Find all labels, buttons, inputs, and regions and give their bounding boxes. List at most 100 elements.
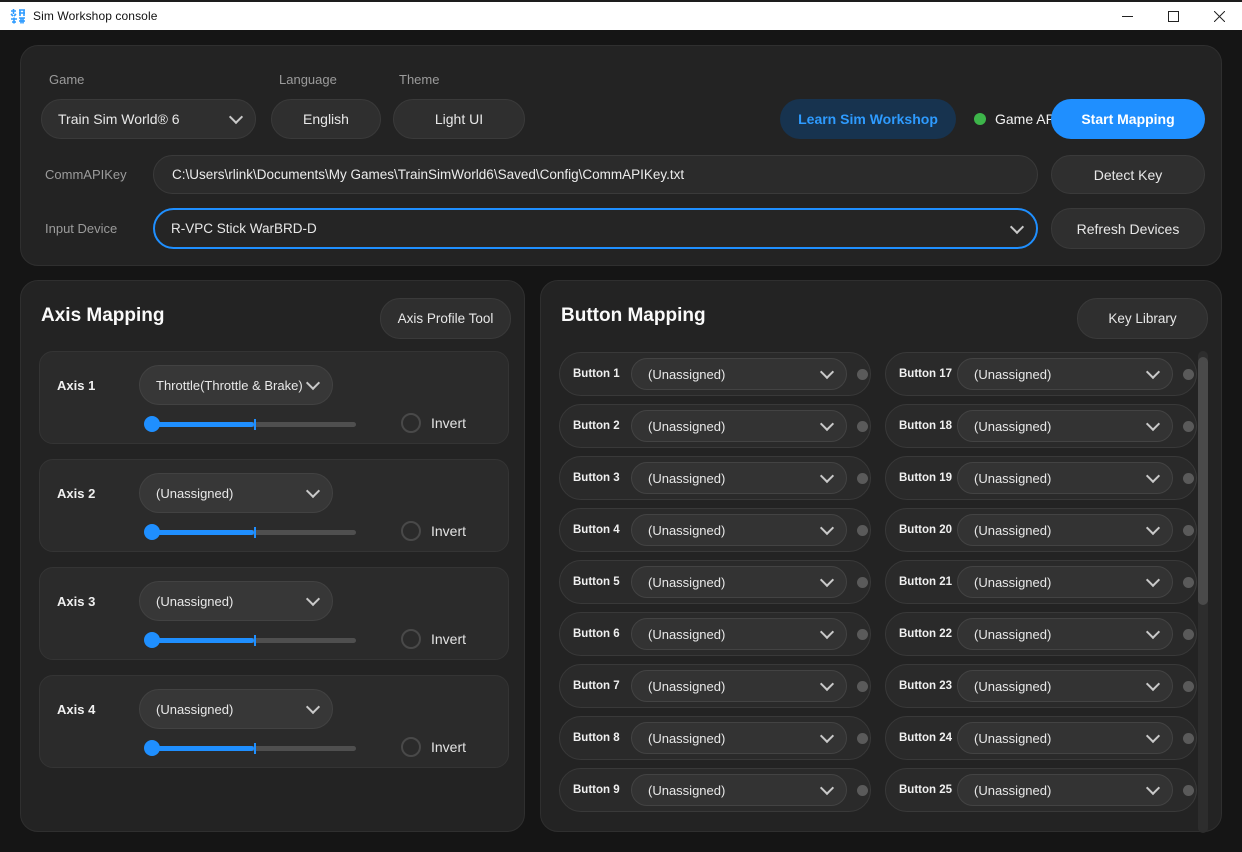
button-assignment-dropdown[interactable]: (Unassigned) — [957, 514, 1173, 546]
axis-mapping-title: Axis Mapping — [41, 305, 165, 327]
start-mapping-button[interactable]: Start Mapping — [1051, 99, 1205, 139]
chevron-down-icon — [1146, 521, 1160, 535]
button-assignment-dropdown[interactable]: (Unassigned) — [631, 670, 847, 702]
axis-assignment-dropdown[interactable]: Throttle(Throttle & Brake) — [139, 365, 333, 405]
button-label: Button 4 — [573, 524, 631, 536]
button-assignment-dropdown[interactable]: (Unassigned) — [631, 722, 847, 754]
button-list-scrollbar[interactable] — [1198, 351, 1208, 833]
chevron-down-icon — [820, 729, 834, 743]
axis-assignment-dropdown[interactable]: (Unassigned) — [139, 581, 333, 621]
minimize-button[interactable] — [1104, 2, 1150, 30]
button-assignment-value: (Unassigned) — [974, 367, 1051, 382]
button-assignment-dropdown[interactable]: (Unassigned) — [631, 774, 847, 806]
detect-key-button[interactable]: Detect Key — [1051, 155, 1205, 194]
button-state-indicator — [857, 473, 868, 484]
game-select-value: Train Sim World® 6 — [58, 111, 180, 127]
button-assignment-value: (Unassigned) — [974, 523, 1051, 538]
axis-assignment-dropdown[interactable]: (Unassigned) — [139, 473, 333, 513]
invert-checkbox[interactable]: Invert — [401, 629, 466, 649]
invert-label: Invert — [431, 631, 466, 647]
invert-checkbox[interactable]: Invert — [401, 521, 466, 541]
button-row: Button 17(Unassigned) — [885, 352, 1197, 396]
button-assignment-dropdown[interactable]: (Unassigned) — [957, 566, 1173, 598]
language-button[interactable]: English — [271, 99, 381, 139]
title-bar: Sim Workshop console — [0, 2, 1242, 30]
invert-checkbox[interactable]: Invert — [401, 413, 466, 433]
app-logo-icon — [9, 8, 26, 25]
button-label: Button 24 — [899, 732, 957, 744]
learn-sim-workshop-button[interactable]: Learn Sim Workshop — [780, 99, 956, 139]
button-row: Button 24(Unassigned) — [885, 716, 1197, 760]
button-state-indicator — [857, 785, 868, 796]
comm-api-key-input[interactable]: C:\Users\rlink\Documents\My Games\TrainS… — [153, 155, 1038, 194]
axis-value-slider[interactable] — [144, 628, 356, 652]
slider-fill — [152, 638, 254, 643]
chevron-down-icon — [820, 521, 834, 535]
axis-assignment-dropdown[interactable]: (Unassigned) — [139, 689, 333, 729]
button-row: Button 20(Unassigned) — [885, 508, 1197, 552]
chevron-down-icon — [1146, 625, 1160, 639]
slider-thumb[interactable] — [144, 740, 160, 756]
slider-center-tick — [254, 527, 256, 538]
button-assignment-value: (Unassigned) — [648, 731, 725, 746]
close-button[interactable] — [1196, 2, 1242, 30]
button-assignment-dropdown[interactable]: (Unassigned) — [631, 514, 847, 546]
comm-api-key-label: CommAPIKey — [45, 167, 127, 182]
button-assignment-dropdown[interactable]: (Unassigned) — [957, 462, 1173, 494]
button-label: Button 5 — [573, 576, 631, 588]
button-state-indicator — [1183, 421, 1194, 432]
button-row: Button 23(Unassigned) — [885, 664, 1197, 708]
button-row: Button 3(Unassigned) — [559, 456, 871, 500]
chevron-down-icon — [1146, 677, 1160, 691]
button-column-right: Button 17(Unassigned)Button 18(Unassigne… — [885, 352, 1197, 820]
refresh-devices-button[interactable]: Refresh Devices — [1051, 208, 1205, 249]
button-assignment-value: (Unassigned) — [974, 679, 1051, 694]
button-assignment-dropdown[interactable]: (Unassigned) — [631, 410, 847, 442]
button-label: Button 6 — [573, 628, 631, 640]
button-assignment-value: (Unassigned) — [648, 679, 725, 694]
button-assignment-dropdown[interactable]: (Unassigned) — [631, 358, 847, 390]
slider-thumb[interactable] — [144, 416, 160, 432]
input-device-select[interactable]: R-VPC Stick WarBRD-D — [153, 208, 1038, 249]
maximize-button[interactable] — [1150, 2, 1196, 30]
button-state-indicator — [1183, 369, 1194, 380]
button-row: Button 7(Unassigned) — [559, 664, 871, 708]
button-row: Button 25(Unassigned) — [885, 768, 1197, 812]
button-assignment-dropdown[interactable]: (Unassigned) — [957, 410, 1173, 442]
button-assignment-dropdown[interactable]: (Unassigned) — [631, 566, 847, 598]
button-row: Button 8(Unassigned) — [559, 716, 871, 760]
axis-value-slider[interactable] — [144, 520, 356, 544]
maximize-icon — [1168, 11, 1179, 22]
button-assignment-value: (Unassigned) — [974, 419, 1051, 434]
axis-value-slider[interactable] — [144, 412, 356, 436]
minimize-icon — [1122, 11, 1133, 22]
button-state-indicator — [1183, 629, 1194, 640]
button-assignment-dropdown[interactable]: (Unassigned) — [957, 774, 1173, 806]
invert-checkbox[interactable]: Invert — [401, 737, 466, 757]
key-library-button[interactable]: Key Library — [1077, 298, 1208, 339]
slider-center-tick — [254, 635, 256, 646]
settings-panel: Game Language Theme Train Sim World® 6 E… — [20, 45, 1222, 266]
button-assignment-dropdown[interactable]: (Unassigned) — [957, 722, 1173, 754]
game-select[interactable]: Train Sim World® 6 — [41, 99, 256, 139]
scrollbar-thumb[interactable] — [1198, 357, 1208, 605]
axis-assignment-value: Throttle(Throttle & Brake) — [156, 378, 303, 393]
slider-center-tick — [254, 419, 256, 430]
slider-thumb[interactable] — [144, 524, 160, 540]
button-assignment-dropdown[interactable]: (Unassigned) — [957, 670, 1173, 702]
slider-fill — [152, 746, 254, 751]
button-mapping-panel: Button Mapping Key Library Button 1(Unas… — [540, 280, 1222, 832]
invert-checkbox-circle — [401, 413, 421, 433]
axis-value-slider[interactable] — [144, 736, 356, 760]
button-assignment-dropdown[interactable]: (Unassigned) — [631, 462, 847, 494]
theme-button[interactable]: Light UI — [393, 99, 525, 139]
axis-profile-tool-button[interactable]: Axis Profile Tool — [380, 298, 511, 339]
button-assignment-value: (Unassigned) — [648, 523, 725, 538]
button-assignment-dropdown[interactable]: (Unassigned) — [957, 358, 1173, 390]
invert-checkbox-circle — [401, 629, 421, 649]
button-assignment-dropdown[interactable]: (Unassigned) — [957, 618, 1173, 650]
button-assignment-dropdown[interactable]: (Unassigned) — [631, 618, 847, 650]
slider-thumb[interactable] — [144, 632, 160, 648]
theme-label: Theme — [399, 72, 439, 87]
button-mapping-title: Button Mapping — [561, 305, 706, 327]
